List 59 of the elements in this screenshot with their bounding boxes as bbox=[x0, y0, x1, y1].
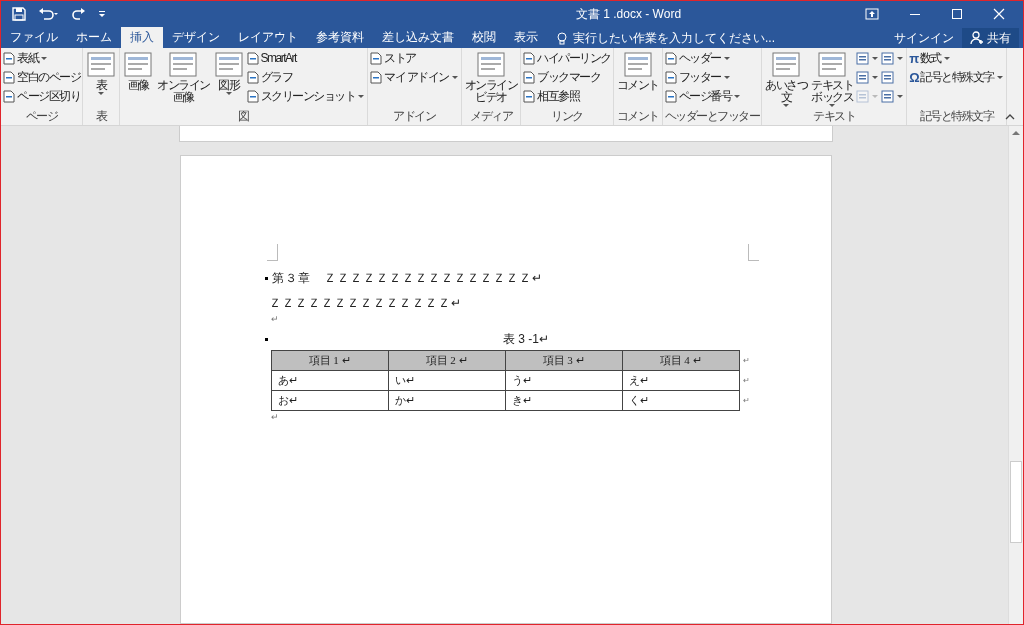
paragraph-text: ＺＺＺＺＺＺＺＺＺＺＺＺＺＺ↵ bbox=[267, 294, 462, 312]
ribbon-tab[interactable]: レイアウト bbox=[229, 27, 307, 48]
group-label: アドイン bbox=[392, 110, 437, 125]
ribbon-tab[interactable]: ファイル bbox=[1, 27, 67, 48]
ribbon-button[interactable]: あいさつ 文 bbox=[764, 50, 809, 109]
ribbon-button[interactable]: ブックマーク bbox=[523, 69, 611, 85]
ribbon-button[interactable]: オンライン ビデオ bbox=[463, 50, 519, 104]
row-end-mark: ↵ bbox=[742, 375, 750, 385]
group-label: ページ bbox=[24, 110, 59, 125]
group-label: 記号と特殊文字 bbox=[918, 110, 995, 125]
ribbon-button[interactable]: ページ区切り bbox=[3, 88, 80, 104]
ribbon-button[interactable]: マイ アドイン bbox=[370, 69, 459, 85]
ribbon-button[interactable]: フッター bbox=[664, 69, 742, 85]
ribbon-button[interactable]: スクリーンショット bbox=[246, 88, 365, 104]
ribbon-button[interactable]: 空白のページ bbox=[3, 69, 80, 85]
group-label: リンク bbox=[550, 110, 584, 125]
group-label: テキスト bbox=[812, 110, 857, 125]
ribbon-button[interactable]: 画像 bbox=[122, 50, 154, 92]
ribbon-button[interactable]: グラフ bbox=[246, 69, 365, 85]
ribbon-button[interactable]: オンライン 画像 bbox=[156, 50, 211, 104]
ribbon-button[interactable]: ページ番号 bbox=[664, 88, 742, 104]
ribbon-button[interactable]: コメント bbox=[615, 50, 660, 92]
ribbon-tab[interactable]: 差し込み文書 bbox=[373, 27, 463, 48]
ribbon-button[interactable]: 表紙 bbox=[3, 50, 80, 66]
ribbon-button[interactable]: ヘッダー bbox=[664, 50, 742, 66]
table-caption: 表 3 -1↵ bbox=[502, 330, 550, 348]
ribbon-button[interactable]: π数式 bbox=[909, 50, 1004, 66]
row-end-mark: ↵ bbox=[742, 355, 750, 365]
tell-me-field[interactable]: 実行したい作業を入力してください... bbox=[557, 28, 795, 48]
ribbon-button[interactable]: ハイパーリンク bbox=[523, 50, 611, 66]
ribbon-button[interactable]: 相互参照 bbox=[523, 88, 611, 104]
group-label: 図 bbox=[237, 110, 250, 125]
paragraph-text: 第３章 ＺＺＺＺＺＺＺＺＺＺＺＺＺＺＺＺ↵ bbox=[270, 269, 543, 287]
ribbon-tab[interactable]: デザイン bbox=[163, 27, 229, 48]
ribbon-button[interactable]: 図形 bbox=[212, 50, 245, 97]
group-label: ヘッダーとフッター bbox=[664, 110, 760, 125]
ribbon-button[interactable]: ストア bbox=[370, 50, 459, 66]
share-button[interactable]: 共有 bbox=[962, 28, 1019, 48]
ribbon-tab[interactable]: 参考資料 bbox=[307, 27, 373, 48]
share-label: 共有 bbox=[987, 29, 1011, 47]
ribbon-button[interactable]: SmartArt bbox=[246, 50, 365, 66]
return-mark: ↵ bbox=[270, 412, 279, 422]
row-end-mark: ↵ bbox=[742, 395, 750, 405]
return-mark: ↵ bbox=[270, 314, 279, 324]
ribbon-tab[interactable]: ホーム bbox=[67, 27, 121, 48]
group-label: コメント bbox=[615, 110, 660, 125]
table-cell: く↵ bbox=[621, 390, 740, 411]
table-cell: お↵ bbox=[270, 390, 389, 411]
window-title: 文書 1 .docx - Word bbox=[574, 5, 683, 23]
header-cell: 項目 1 ↵ bbox=[270, 350, 389, 371]
ribbon-button[interactable]: テキスト ボックス bbox=[810, 50, 855, 109]
group-label: 表 bbox=[94, 110, 108, 125]
ribbon-tab[interactable]: 挿入 bbox=[121, 27, 163, 48]
ribbon-tab[interactable]: 校閲 bbox=[463, 27, 505, 48]
sign-in-link[interactable]: サインイン bbox=[886, 28, 962, 48]
ribbon-tab[interactable]: 表示 bbox=[505, 27, 547, 48]
ribbon-button[interactable]: 表 bbox=[85, 50, 117, 97]
ribbon-button[interactable]: Ω記号と特殊文字 bbox=[909, 69, 1004, 85]
group-label: メディア bbox=[469, 110, 514, 125]
